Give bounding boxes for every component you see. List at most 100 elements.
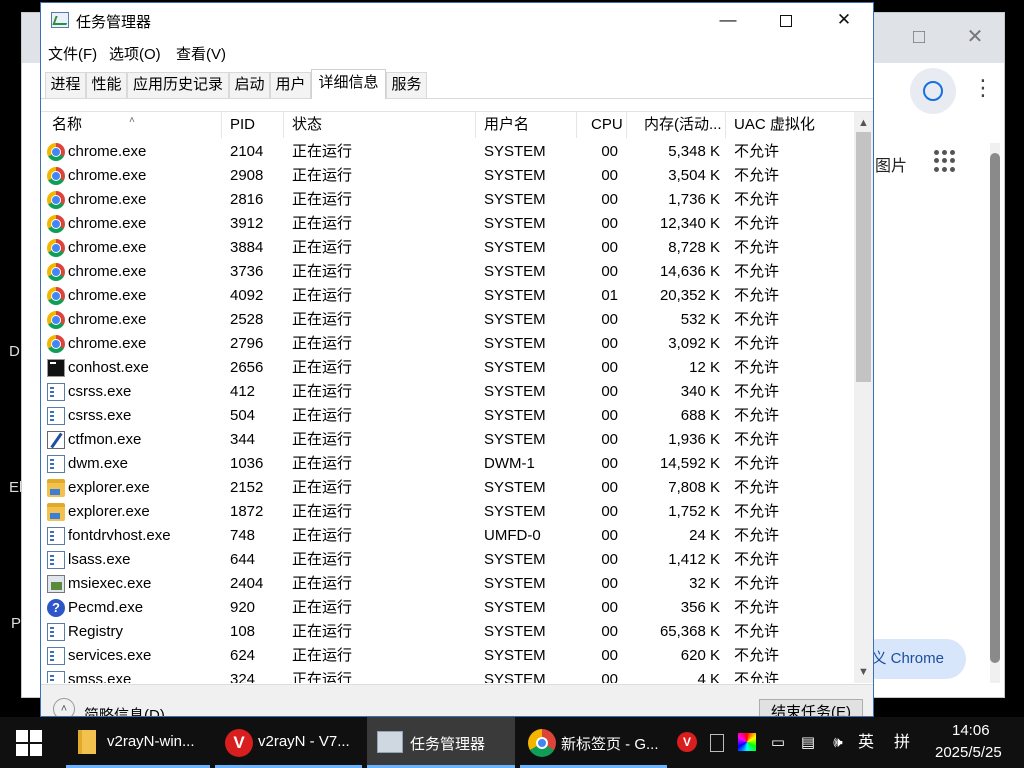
minimize-button[interactable]: — bbox=[699, 3, 757, 37]
table-row[interactable]: chrome.exe 3884 正在运行 SYSTEM 00 8,728 K 不允许 bbox=[41, 236, 853, 260]
table-row[interactable]: chrome.exe 2104 正在运行 SYSTEM 00 5,348 K 不允许 bbox=[41, 140, 853, 164]
chrome-menu-icon[interactable]: ⋮ bbox=[972, 75, 994, 101]
taskbar-button-chrome[interactable]: 新标签页 - G... bbox=[520, 717, 667, 768]
process-memory: 14,592 K bbox=[659, 455, 720, 472]
column-username[interactable]: 用户名 bbox=[476, 112, 577, 138]
tray-battery-icon[interactable]: ▭ bbox=[767, 733, 789, 753]
tab-processes[interactable]: 进程 bbox=[45, 72, 86, 98]
chrome-scrollbar[interactable] bbox=[990, 143, 1000, 683]
task-manager-titlebar[interactable]: 任务管理器 — ✕ bbox=[41, 3, 873, 37]
tray-device-icon[interactable] bbox=[710, 734, 724, 752]
task-manager-window[interactable]: 任务管理器 — ✕ 文件(F) 选项(O) 查看(V) 进程 性能 应用历史记录… bbox=[40, 2, 874, 717]
process-status: 正在运行 bbox=[292, 503, 353, 520]
chrome-close-button[interactable]: ✕ bbox=[963, 25, 987, 49]
tab-details[interactable]: 详细信息 bbox=[311, 69, 386, 99]
process-uac: 不允许 bbox=[734, 647, 780, 664]
process-status: 正在运行 bbox=[292, 383, 353, 400]
process-pid: 3912 bbox=[230, 215, 264, 232]
chrome-profile-button[interactable] bbox=[910, 68, 956, 114]
tray-volume-icon[interactable]: 🕪 bbox=[826, 733, 850, 753]
taskbar-button-v2rayn-folder[interactable]: v2rayN-win... bbox=[66, 717, 210, 768]
end-task-button[interactable]: 结束任务(E) bbox=[759, 699, 863, 716]
ime-mode-indicator[interactable]: 拼 bbox=[892, 733, 912, 753]
column-name[interactable]: ˄ 名称 bbox=[44, 112, 222, 138]
chevron-up-icon[interactable]: ˄ bbox=[53, 698, 75, 716]
process-status: 正在运行 bbox=[292, 215, 353, 232]
table-row[interactable]: chrome.exe 2528 正在运行 SYSTEM 00 532 K 不允许 bbox=[41, 308, 853, 332]
tab-app-history[interactable]: 应用历史记录 bbox=[127, 72, 229, 98]
table-row[interactable]: lsass.exe 644 正在运行 SYSTEM 00 1,412 K 不允许 bbox=[41, 548, 853, 572]
process-name: chrome.exe bbox=[68, 335, 147, 352]
column-pid[interactable]: PID bbox=[222, 112, 284, 138]
table-scrollbar-thumb[interactable] bbox=[856, 132, 871, 382]
process-name: Registry bbox=[68, 623, 124, 640]
table-row[interactable]: dwm.exe 1036 正在运行 DWM-1 00 14,592 K 不允许 bbox=[41, 452, 853, 476]
process-memory: 4 K bbox=[697, 671, 720, 683]
tab-startup[interactable]: 启动 bbox=[229, 72, 270, 98]
process-pid: 748 bbox=[230, 527, 256, 544]
tab-performance[interactable]: 性能 bbox=[86, 72, 127, 98]
clock-date[interactable]: 2025/5/25 bbox=[935, 744, 1002, 761]
process-uac: 不允许 bbox=[734, 263, 780, 280]
maximize-icon bbox=[780, 14, 792, 27]
fewer-details-link[interactable]: 简略信息(D) bbox=[84, 704, 165, 716]
ime-language-indicator[interactable]: 英 bbox=[856, 733, 876, 753]
tab-users[interactable]: 用户 bbox=[270, 72, 311, 98]
table-row[interactable]: chrome.exe 2796 正在运行 SYSTEM 00 3,092 K 不允许 bbox=[41, 332, 853, 356]
column-cpu[interactable]: CPU bbox=[577, 112, 627, 138]
table-row[interactable]: chrome.exe 3912 正在运行 SYSTEM 00 12,340 K 不允许 bbox=[41, 212, 853, 236]
table-row[interactable]: fontdrvhost.exe 748 正在运行 UMFD-0 00 24 K 不允许 bbox=[41, 524, 853, 548]
clock-time[interactable]: 14:06 bbox=[952, 722, 990, 739]
tray-network-icon[interactable]: ▤ bbox=[797, 733, 819, 753]
table-row[interactable]: Registry 108 正在运行 SYSTEM 00 65,368 K 不允许 bbox=[41, 620, 853, 644]
table-row[interactable]: ? Pecmd.exe 920 正在运行 SYSTEM 00 356 K 不允许 bbox=[41, 596, 853, 620]
table-row[interactable]: chrome.exe 2816 正在运行 SYSTEM 00 1,736 K 不允许 bbox=[41, 188, 853, 212]
table-row[interactable]: ctfmon.exe 344 正在运行 SYSTEM 00 1,936 K 不允许 bbox=[41, 428, 853, 452]
taskbar-button-v2rayn[interactable]: V v2rayN - V7... bbox=[215, 717, 362, 768]
table-row[interactable]: csrss.exe 412 正在运行 SYSTEM 00 340 K 不允许 bbox=[41, 380, 853, 404]
menu-options[interactable]: 选项(O) bbox=[109, 43, 161, 64]
scroll-up-icon[interactable]: ▲ bbox=[854, 114, 873, 132]
close-button[interactable]: ✕ bbox=[815, 3, 873, 37]
taskbar-button-task-manager[interactable]: 任务管理器 bbox=[367, 717, 515, 768]
chrome-scrollbar-thumb[interactable] bbox=[990, 153, 1000, 663]
table-row[interactable]: explorer.exe 2152 正在运行 SYSTEM 00 7,808 K 不允许 bbox=[41, 476, 853, 500]
table-row[interactable]: smss.exe 324 正在运行 SYSTEM 00 4 K 不允许 bbox=[41, 668, 853, 683]
chrome-maximize-button[interactable]: □ bbox=[907, 25, 931, 49]
column-uac-virtualization[interactable]: UAC 虚拟化 bbox=[726, 112, 853, 138]
process-status: 正在运行 bbox=[292, 335, 353, 352]
table-row[interactable]: chrome.exe 3736 正在运行 SYSTEM 00 14,636 K 不允许 bbox=[41, 260, 853, 284]
process-memory: 1,936 K bbox=[668, 431, 720, 448]
console-icon bbox=[47, 359, 65, 377]
process-pid: 3884 bbox=[230, 239, 264, 256]
process-uac: 不允许 bbox=[734, 383, 780, 400]
table-row[interactable]: msiexec.exe 2404 正在运行 SYSTEM 00 32 K 不允许 bbox=[41, 572, 853, 596]
table-row[interactable]: explorer.exe 1872 正在运行 SYSTEM 00 1,752 K 不允许 bbox=[41, 500, 853, 524]
tab-services[interactable]: 服务 bbox=[386, 72, 427, 98]
process-status: 正在运行 bbox=[292, 263, 353, 280]
maximize-button[interactable] bbox=[757, 3, 815, 37]
google-apps-icon[interactable] bbox=[934, 150, 956, 172]
table-row[interactable]: csrss.exe 504 正在运行 SYSTEM 00 688 K 不允许 bbox=[41, 404, 853, 428]
column-status[interactable]: 状态 bbox=[284, 112, 476, 138]
menu-file[interactable]: 文件(F) bbox=[48, 43, 97, 64]
table-row[interactable]: conhost.exe 2656 正在运行 SYSTEM 00 12 K 不允许 bbox=[41, 356, 853, 380]
table-row[interactable]: chrome.exe 2908 正在运行 SYSTEM 00 3,504 K 不允许 bbox=[41, 164, 853, 188]
table-row[interactable]: chrome.exe 4092 正在运行 SYSTEM 01 20,352 K 不允许 bbox=[41, 284, 853, 308]
images-link[interactable]: 图片 bbox=[875, 152, 907, 176]
tray-v2rayn-icon[interactable]: V bbox=[677, 732, 697, 752]
taskbar-button-label: 新标签页 - G... bbox=[561, 736, 659, 753]
column-memory[interactable]: 内存(活动... bbox=[627, 112, 726, 138]
process-memory: 12,340 K bbox=[659, 215, 720, 232]
process-name: chrome.exe bbox=[68, 287, 147, 304]
table-scrollbar[interactable]: ▲ ▼ bbox=[854, 112, 873, 683]
start-button[interactable] bbox=[16, 730, 42, 756]
tray-color-icon[interactable] bbox=[738, 733, 756, 751]
process-uac: 不允许 bbox=[734, 311, 780, 328]
process-uac: 不允许 bbox=[734, 671, 780, 683]
scroll-down-icon[interactable]: ▼ bbox=[854, 663, 873, 681]
table-row[interactable]: services.exe 624 正在运行 SYSTEM 00 620 K 不允许 bbox=[41, 644, 853, 668]
process-status: 正在运行 bbox=[292, 623, 353, 640]
menu-view[interactable]: 查看(V) bbox=[176, 43, 226, 64]
chrome-icon bbox=[47, 215, 65, 233]
